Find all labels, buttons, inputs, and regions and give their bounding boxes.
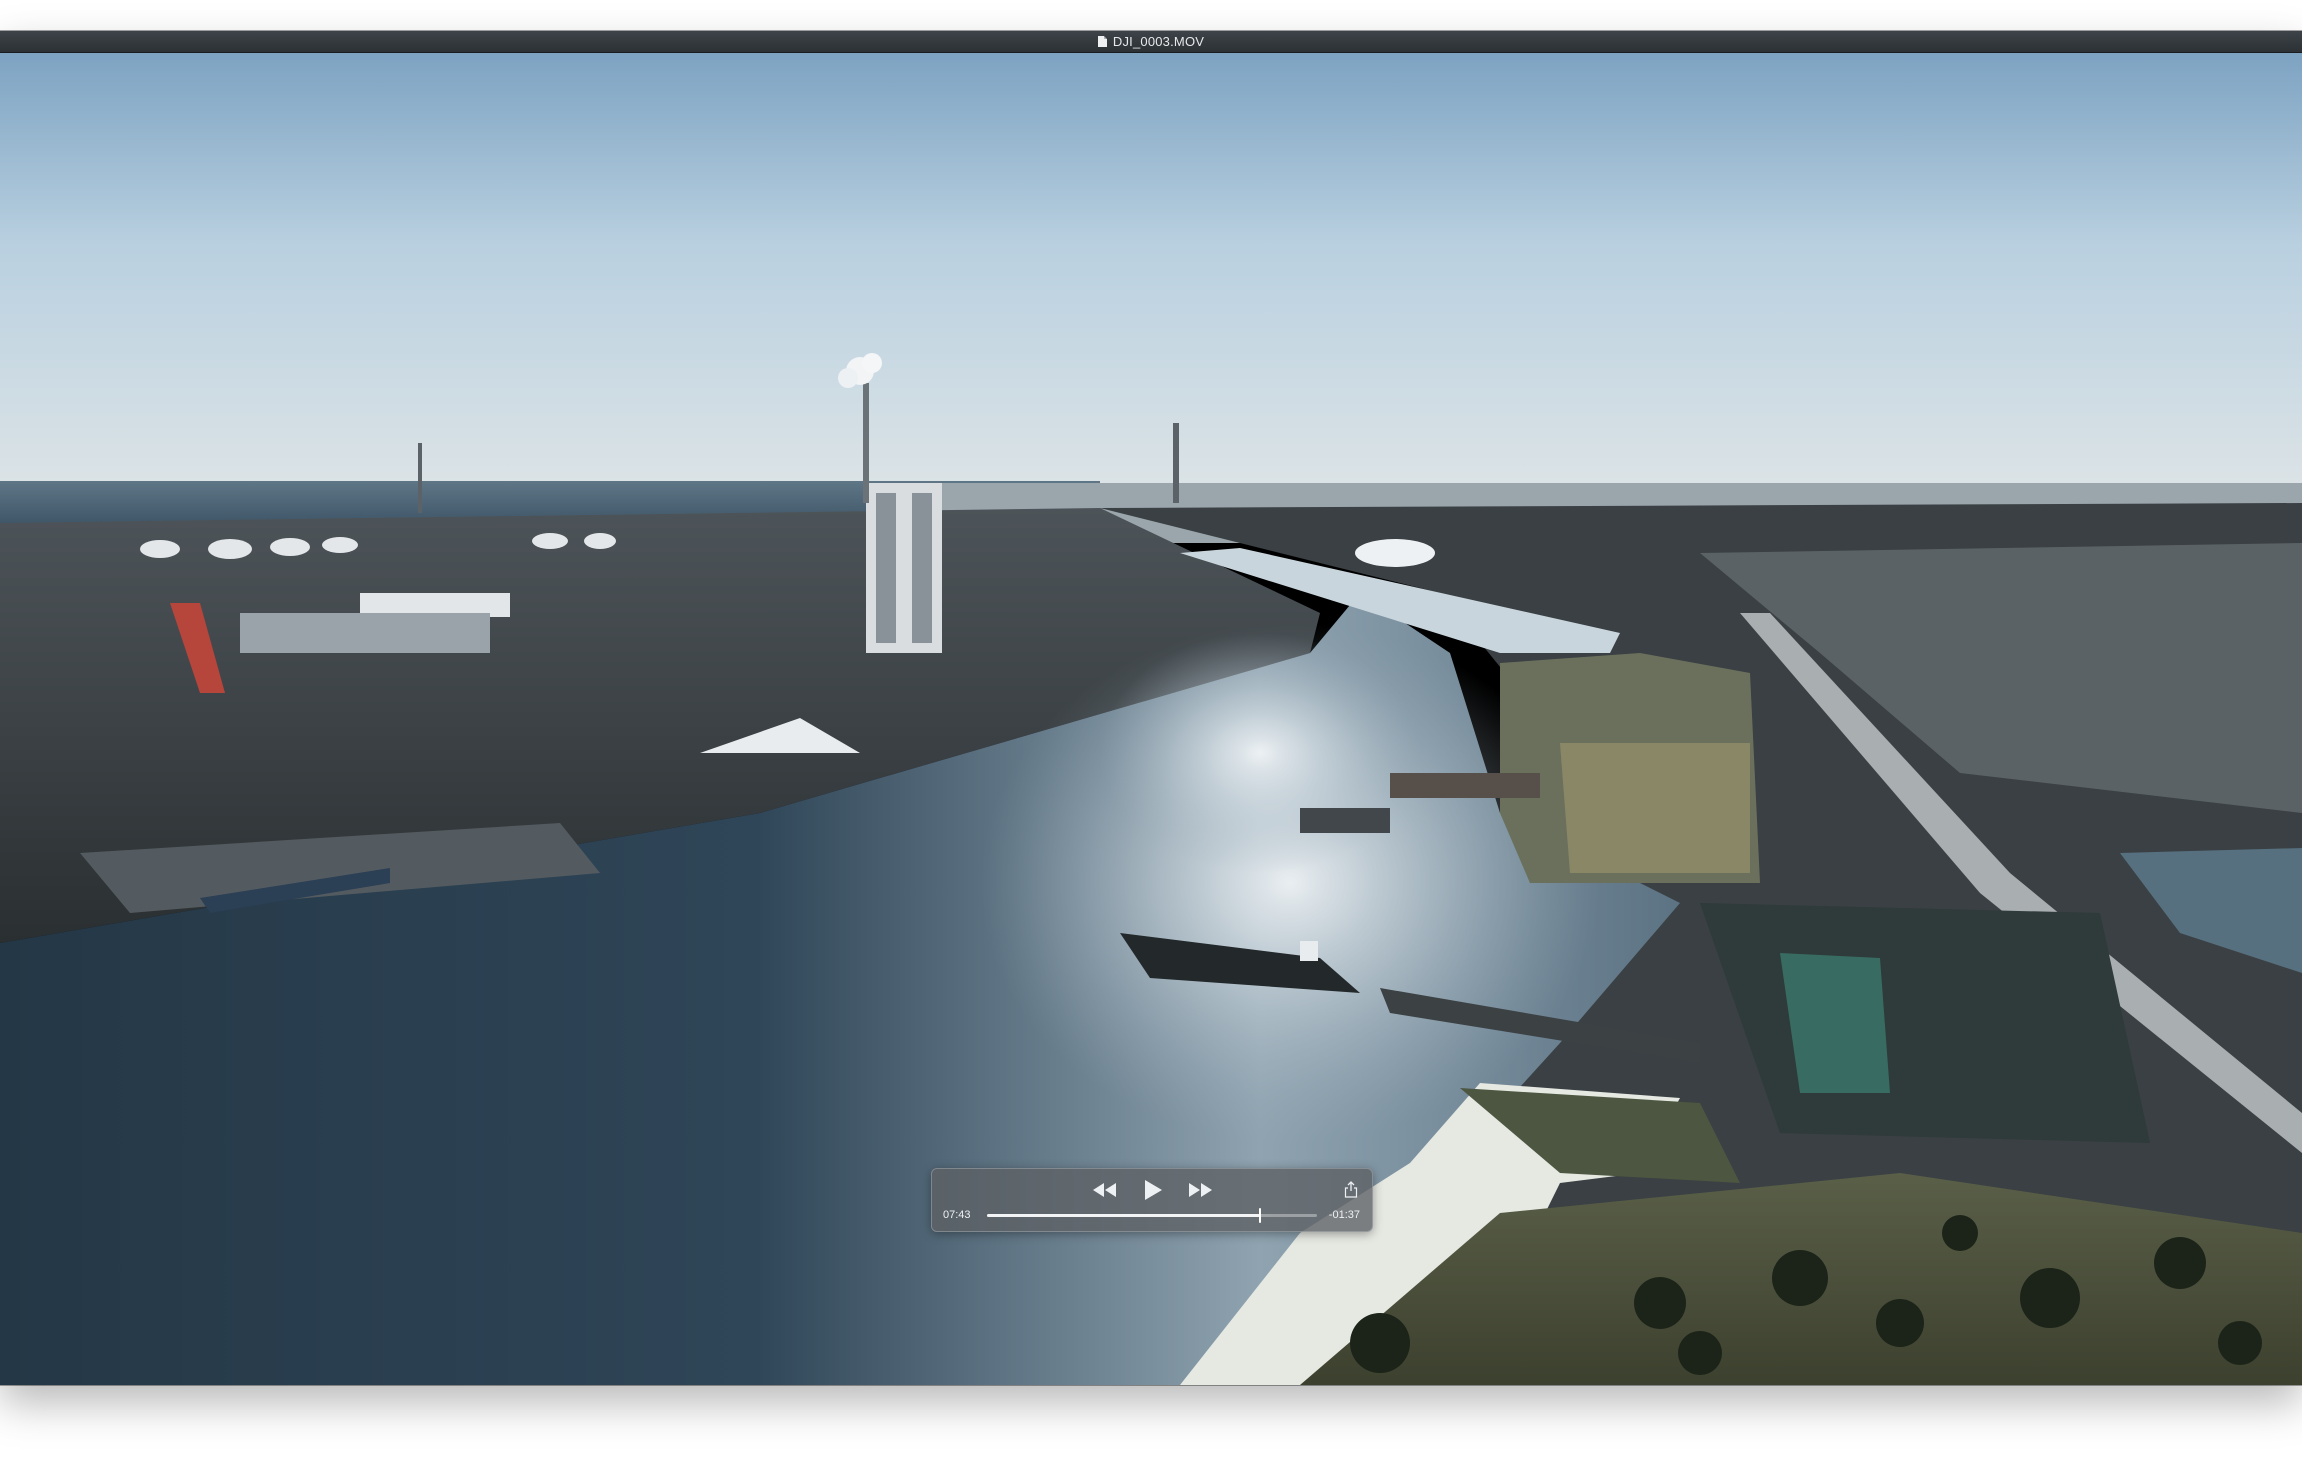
document-icon xyxy=(1097,36,1107,47)
play-icon xyxy=(1145,1180,1162,1200)
share-button[interactable] xyxy=(1342,1179,1360,1199)
elapsed-time: 07:43 xyxy=(943,1209,971,1221)
fast-forward-button[interactable] xyxy=(1184,1179,1218,1201)
player-window: DJI_0003.MOV 07:43 -01:37 xyxy=(0,31,2302,1385)
share-icon xyxy=(1344,1180,1358,1198)
play-button[interactable] xyxy=(1137,1177,1169,1203)
fast-forward-icon xyxy=(1189,1183,1212,1197)
title-bar[interactable]: DJI_0003.MOV xyxy=(0,31,2302,53)
progress-scrubber[interactable] xyxy=(987,1208,1317,1223)
window-title: DJI_0003.MOV xyxy=(1112,34,1205,49)
playback-controls: 07:43 -01:37 xyxy=(931,1168,1373,1232)
video-frame[interactable]: 07:43 -01:37 xyxy=(0,53,2302,1385)
rewind-icon xyxy=(1093,1183,1116,1197)
progress-fill xyxy=(987,1214,1260,1217)
playhead-handle[interactable] xyxy=(1258,1208,1261,1223)
remaining-time: -01:37 xyxy=(1328,1209,1360,1221)
rewind-button[interactable] xyxy=(1087,1179,1121,1201)
